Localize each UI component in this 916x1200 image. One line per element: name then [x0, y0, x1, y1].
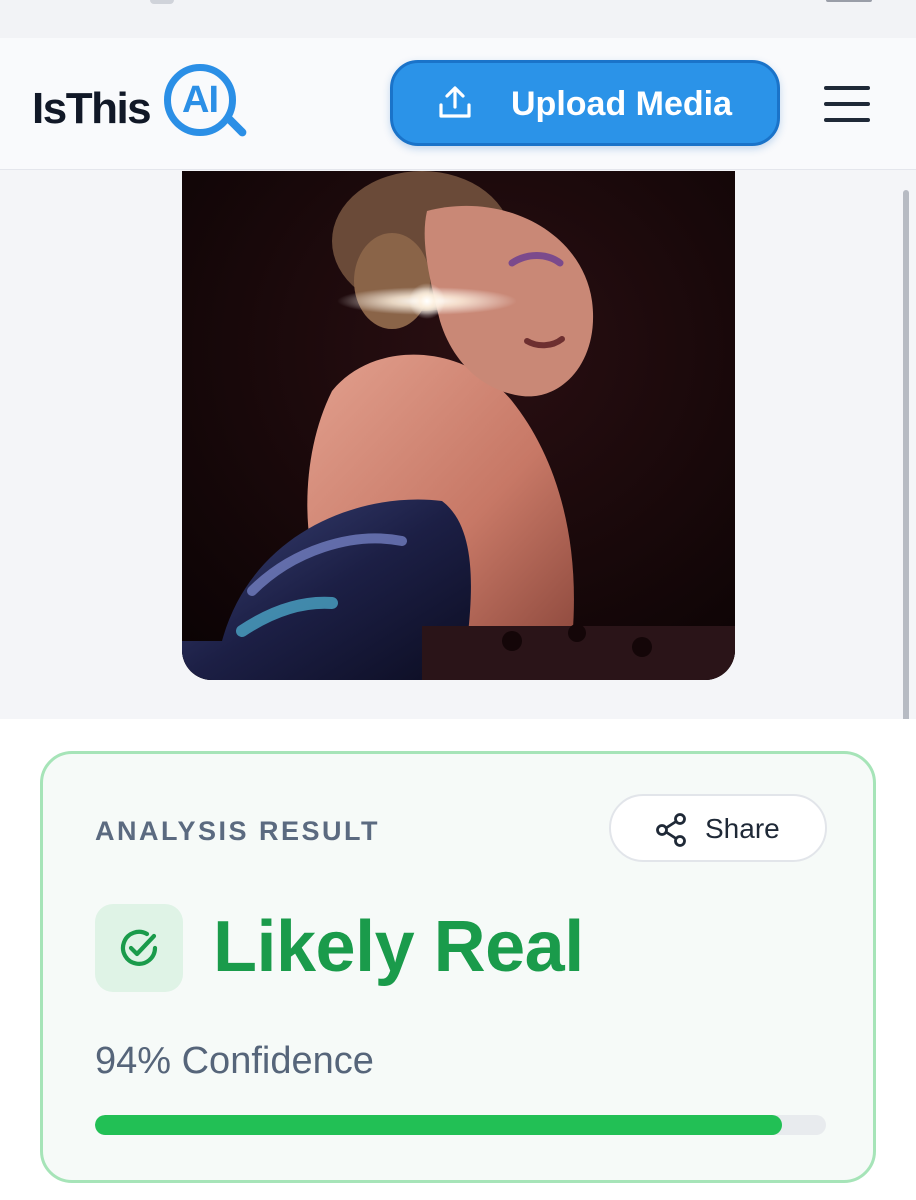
logo-text: IsThis: [32, 84, 152, 133]
check-circle-icon: [120, 929, 158, 966]
media-preview-area: [0, 171, 916, 719]
verdict-badge: [95, 904, 183, 992]
confidence-progress-bar: [95, 1115, 826, 1135]
uploaded-photo: [182, 171, 735, 680]
share-icon: [656, 813, 686, 847]
status-dash: [826, 0, 872, 2]
photo-illustration: [182, 171, 735, 680]
confidence-progress-fill: [95, 1115, 783, 1135]
logo-badge-text: AI: [182, 78, 219, 121]
analysis-result-card: ANALYSIS RESULT Share Likely Real 94% Co…: [40, 751, 876, 1183]
status-indicator: [150, 0, 174, 4]
analysis-result-heading: ANALYSIS RESULT: [95, 816, 381, 846]
magnifier-icon: AI: [164, 64, 236, 136]
upload-icon: [439, 86, 471, 118]
share-button[interactable]: Share: [609, 794, 827, 862]
magnifier-handle: [223, 113, 249, 139]
share-label: Share: [705, 813, 780, 844]
result-section: ANALYSIS RESULT Share Likely Real 94% Co…: [0, 719, 916, 1200]
page-scrollbar[interactable]: [903, 190, 909, 770]
verdict-label: Likely Real: [213, 907, 584, 987]
upload-media-button[interactable]: Upload Media: [390, 60, 780, 146]
site-header: IsThis AI Upload Media: [0, 38, 916, 170]
confidence-label: 94% Confidence: [95, 1040, 374, 1082]
isthisai-logo[interactable]: IsThis AI: [32, 60, 252, 152]
hamburger-menu-icon[interactable]: [824, 84, 872, 124]
upload-media-label: Upload Media: [511, 85, 733, 123]
status-bar: [0, 0, 916, 38]
